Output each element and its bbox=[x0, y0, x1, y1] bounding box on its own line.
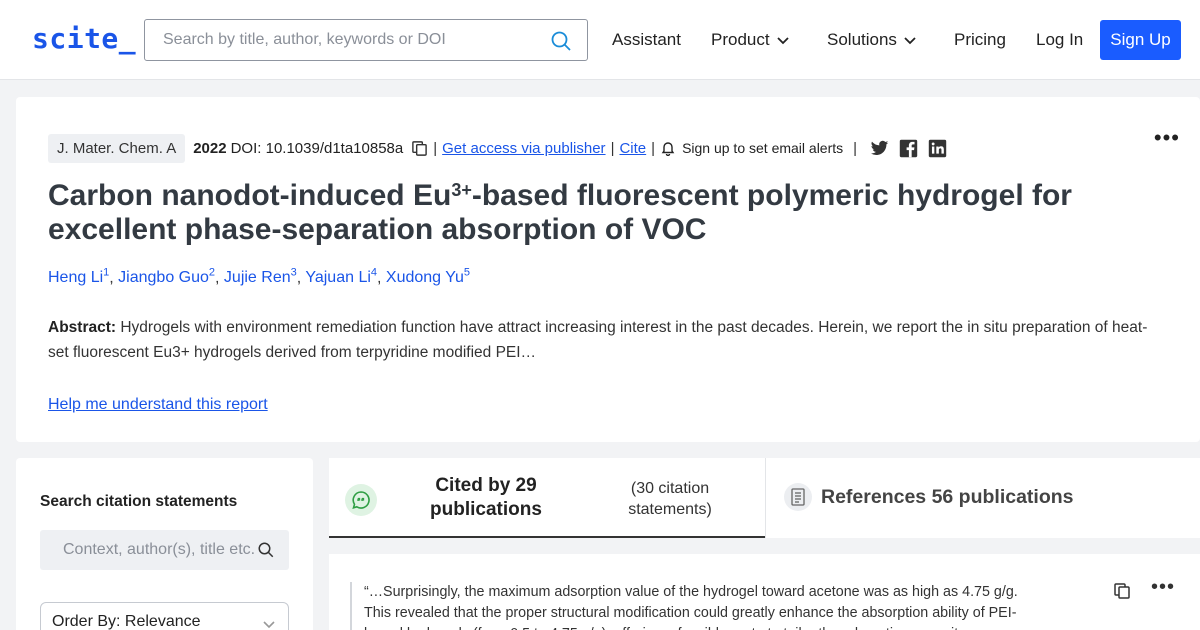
journal-tag[interactable]: J. Mater. Chem. A bbox=[48, 133, 186, 163]
citation-quote: “…Surprisingly, the maximum adsorption v… bbox=[364, 584, 1018, 630]
linkedin-icon[interactable] bbox=[928, 139, 947, 158]
facebook-icon[interactable] bbox=[899, 139, 918, 158]
search-input[interactable] bbox=[145, 20, 545, 60]
chevron-down-icon bbox=[904, 37, 916, 45]
author-link[interactable]: Jujie Ren3 bbox=[224, 267, 297, 286]
twitter-icon[interactable] bbox=[870, 139, 889, 158]
login-label: Log In bbox=[1036, 30, 1084, 49]
separator: | bbox=[853, 139, 858, 157]
get-access-link[interactable]: Get access via publisher bbox=[442, 140, 605, 157]
author-link[interactable]: Heng Li1 bbox=[48, 267, 109, 286]
nav-product-menu[interactable]: Product bbox=[711, 30, 790, 50]
search-icon[interactable] bbox=[257, 541, 275, 559]
email-alert-label: Sign up to set email alerts bbox=[682, 140, 844, 156]
author-link[interactable]: Jiangbo Guo2 bbox=[118, 267, 215, 286]
order-by-value: Order By: Relevance bbox=[52, 613, 201, 630]
search-box[interactable] bbox=[144, 19, 588, 61]
copy-icon[interactable] bbox=[411, 140, 428, 157]
more-icon[interactable]: ••• bbox=[1151, 576, 1175, 599]
nav-assistant-label: Assistant bbox=[612, 30, 681, 49]
nav-pricing-label: Pricing bbox=[954, 30, 1006, 49]
separator: | bbox=[610, 139, 615, 157]
search-icon[interactable] bbox=[549, 29, 573, 53]
citation-search-input[interactable] bbox=[40, 530, 255, 570]
doi-text: DOI: 10.1039/d1ta10858a bbox=[230, 139, 404, 157]
references-count: References 56 publications bbox=[821, 486, 1074, 508]
tab-references[interactable]: References 56 publications bbox=[766, 458, 1200, 538]
tab-cited-by[interactable]: Cited by 29 publications (30 citation st… bbox=[329, 458, 765, 538]
publication-year: 2022 bbox=[193, 139, 227, 157]
cite-link[interactable]: Cite bbox=[619, 140, 646, 157]
help-understand-link[interactable]: Help me understand this report bbox=[48, 396, 268, 414]
abstract: Abstract: Hydrogels with environment rem… bbox=[48, 315, 1158, 365]
citation-tabs: Cited by 29 publications (30 citation st… bbox=[329, 458, 1200, 538]
order-by-select[interactable]: Order By: Relevance bbox=[40, 602, 289, 630]
document-icon bbox=[784, 483, 812, 511]
social-share-group bbox=[870, 139, 947, 158]
author-link[interactable]: Xudong Yu5 bbox=[386, 267, 470, 286]
cited-by-count: Cited by 29 publications bbox=[430, 475, 542, 520]
more-options-button[interactable]: ••• bbox=[1154, 125, 1180, 151]
nav-solutions-label: Solutions bbox=[827, 30, 897, 49]
nav-product-label: Product bbox=[711, 30, 770, 49]
nav-assistant[interactable]: Assistant bbox=[612, 30, 681, 50]
citation-search-box[interactable] bbox=[40, 530, 289, 570]
separator: | bbox=[651, 139, 656, 157]
sidebar-title: Search citation statements bbox=[40, 493, 238, 510]
chevron-down-icon bbox=[263, 621, 275, 629]
author-list: Heng Li1, Jiangbo Guo2, Jujie Ren3, Yaju… bbox=[48, 267, 471, 287]
email-alert-button[interactable]: Sign up to set email alerts bbox=[660, 140, 843, 156]
separator: | bbox=[433, 139, 438, 157]
paper-meta-row: J. Mater. Chem. A 2022 DOI: 10.1039/d1ta… bbox=[48, 133, 947, 163]
nav-pricing[interactable]: Pricing bbox=[954, 30, 1006, 50]
chevron-down-icon bbox=[776, 37, 789, 45]
citation-statement-card: “…Surprisingly, the maximum adsorption v… bbox=[329, 554, 1200, 630]
author-link[interactable]: Yajuan Li4 bbox=[305, 267, 377, 286]
citation-search-sidebar: Search citation statements Order By: Rel… bbox=[16, 458, 313, 630]
quote-bar bbox=[350, 582, 352, 630]
paper-title: Carbon nanodot-induced Eu3+-based fluore… bbox=[48, 179, 1072, 246]
abstract-text: Hydrogels with environment remediation f… bbox=[48, 319, 1148, 361]
signup-button[interactable]: Sign Up bbox=[1100, 20, 1181, 60]
quote-bubble-icon bbox=[345, 484, 377, 516]
login-link[interactable]: Log In bbox=[1036, 30, 1083, 50]
paper-card: J. Mater. Chem. A 2022 DOI: 10.1039/d1ta… bbox=[16, 97, 1200, 442]
copy-icon[interactable] bbox=[1113, 582, 1131, 600]
scite-logo[interactable]: scite_ bbox=[32, 22, 136, 55]
citation-statements-count: (30 citation statements) bbox=[628, 480, 712, 518]
bell-icon bbox=[661, 142, 675, 156]
nav-solutions-menu[interactable]: Solutions bbox=[827, 30, 917, 50]
abstract-label: Abstract: bbox=[48, 319, 117, 336]
top-navigation-bar: scite_ Assistant Product Solutions Prici… bbox=[0, 0, 1200, 80]
